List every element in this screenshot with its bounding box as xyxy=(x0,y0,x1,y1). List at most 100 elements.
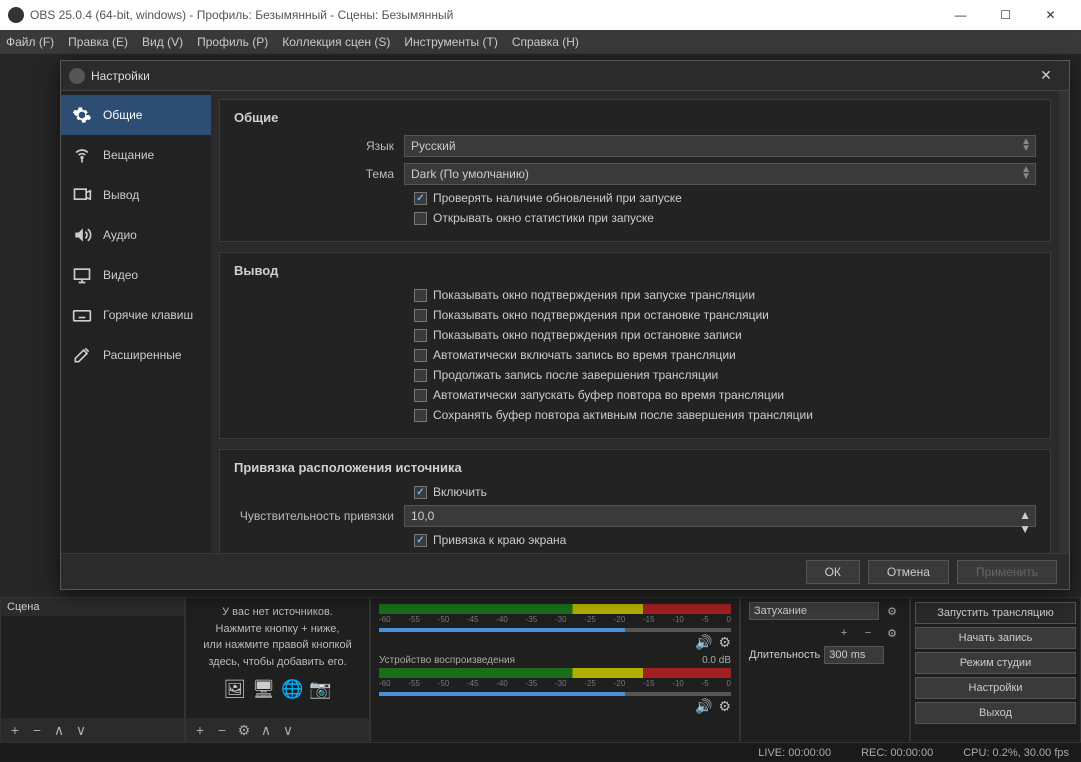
mixer-settings-1[interactable]: ⚙ xyxy=(718,634,731,651)
sources-empty-line4: здесь, чтобы добавить его. xyxy=(192,654,363,671)
obs-app-icon xyxy=(8,7,24,23)
checkbox-updates[interactable] xyxy=(414,192,427,205)
language-select[interactable]: Русский▲▼ xyxy=(404,135,1036,157)
scene-down-button[interactable]: ∨ xyxy=(71,721,91,739)
settings-scrollbar[interactable] xyxy=(1059,91,1069,553)
settings-sidebar: Общие Вещание Вывод Аудио Видео Горячие … xyxy=(61,91,211,553)
sources-empty-line2: Нажмите кнопку + ниже, xyxy=(192,621,363,638)
menu-help[interactable]: Справка (H) xyxy=(512,35,579,49)
transition-gear-button[interactable]: ⚙ xyxy=(883,602,901,620)
source-gear-button[interactable]: ⚙ xyxy=(234,721,254,739)
mixer-channel-1: -60-55-50-45-40-35-30-25-20-15-10-50 🔊 ⚙ xyxy=(379,604,731,651)
transition-remove-button[interactable]: − xyxy=(859,624,877,642)
section-output-title: Вывод xyxy=(234,263,1036,278)
status-bar: LIVE: 00:00:00 REC: 00:00:00 CPU: 0.2%, … xyxy=(0,743,1081,762)
mixer-mute-2[interactable]: 🔊 xyxy=(695,698,712,715)
start-record-button[interactable]: Начать запись xyxy=(915,627,1076,649)
transition-select[interactable]: Затухание xyxy=(749,602,879,620)
mixer-meter-2 xyxy=(379,668,731,678)
menu-scene-collection[interactable]: Коллекция сцен (S) xyxy=(282,35,390,49)
gear-icon xyxy=(71,105,93,125)
menu-bar: Файл (F) Правка (E) Вид (V) Профиль (P) … xyxy=(0,30,1081,54)
scenes-toolbar: + − ∧ ∨ xyxy=(1,718,184,742)
checkbox-snap-edge-label: Привязка к краю экрана xyxy=(433,533,566,547)
source-add-button[interactable]: + xyxy=(190,721,210,739)
mixer-mute-1[interactable]: 🔊 xyxy=(695,634,712,651)
snap-sensitivity-input[interactable]: 10,0▲▼ xyxy=(404,505,1036,527)
source-remove-button[interactable]: − xyxy=(212,721,232,739)
sidebar-label-output: Вывод xyxy=(103,188,139,202)
sidebar-item-general[interactable]: Общие xyxy=(61,95,211,135)
settings-footer: ОК Отмена Применить xyxy=(61,553,1069,589)
menu-edit[interactable]: Правка (E) xyxy=(68,35,128,49)
settings-button[interactable]: Настройки xyxy=(915,677,1076,699)
sidebar-label-hotkeys: Горячие клавиш xyxy=(103,308,193,322)
section-general: Общие Язык Русский▲▼ Тема Dark (По умолч… xyxy=(219,99,1051,242)
mixer-settings-2[interactable]: ⚙ xyxy=(718,698,731,715)
checkbox-confirm-stop-label: Показывать окно подтверждения при остано… xyxy=(433,308,769,322)
transition-add-button[interactable]: + xyxy=(835,624,853,642)
menu-tools[interactable]: Инструменты (T) xyxy=(404,35,497,49)
close-button[interactable]: ✕ xyxy=(1028,0,1073,30)
checkbox-auto-replay-label: Автоматически запускать буфер повтора во… xyxy=(433,388,784,402)
window-title: OBS 25.0.4 (64-bit, windows) - Профиль: … xyxy=(30,8,938,22)
sources-empty-line1: У вас нет источников. xyxy=(192,604,363,621)
menu-view[interactable]: Вид (V) xyxy=(142,35,183,49)
mixer-slider-2[interactable] xyxy=(379,692,731,696)
checkbox-keep-record[interactable] xyxy=(414,369,427,382)
sources-empty-line3: или нажмите правой кнопкой xyxy=(192,637,363,654)
checkbox-keep-record-label: Продолжать запись после завершения транс… xyxy=(433,368,718,382)
sidebar-item-output[interactable]: Вывод xyxy=(61,175,211,215)
sidebar-item-video[interactable]: Видео xyxy=(61,255,211,295)
settings-close-button[interactable]: ✕ xyxy=(1031,67,1061,84)
mixer-slider-1[interactable] xyxy=(379,628,731,632)
theme-select[interactable]: Dark (По умолчанию)▲▼ xyxy=(404,163,1036,185)
maximize-button[interactable]: ☐ xyxy=(983,0,1028,30)
output-icon xyxy=(71,185,93,205)
theme-label: Тема xyxy=(234,167,404,181)
language-label: Язык xyxy=(234,139,404,153)
monitor-icon: 🖥 xyxy=(252,676,275,703)
checkbox-confirm-start-label: Показывать окно подтверждения при запуск… xyxy=(433,288,755,302)
apply-button[interactable]: Применить xyxy=(957,560,1057,584)
sources-empty[interactable]: У вас нет источников. Нажмите кнопку + н… xyxy=(186,598,369,718)
sidebar-label-stream: Вещание xyxy=(103,148,154,162)
menu-file[interactable]: Файл (F) xyxy=(6,35,54,49)
menu-profile[interactable]: Профиль (P) xyxy=(197,35,268,49)
cancel-button[interactable]: Отмена xyxy=(868,560,949,584)
checkbox-stats[interactable] xyxy=(414,212,427,225)
scenes-panel: Сцена + − ∧ ∨ xyxy=(0,597,185,743)
scene-up-button[interactable]: ∧ xyxy=(49,721,69,739)
minimize-button[interactable]: — xyxy=(938,0,983,30)
checkbox-keep-replay[interactable] xyxy=(414,409,427,422)
checkbox-confirm-stop-rec[interactable] xyxy=(414,329,427,342)
settings-dialog: Настройки ✕ Общие Вещание Вывод Аудио xyxy=(60,60,1070,590)
checkbox-stats-label: Открывать окно статистики при запуске xyxy=(433,211,654,225)
sidebar-item-stream[interactable]: Вещание xyxy=(61,135,211,175)
exit-button[interactable]: Выход xyxy=(915,702,1076,724)
sidebar-item-hotkeys[interactable]: Горячие клавиш xyxy=(61,295,211,335)
status-rec: REC: 00:00:00 xyxy=(861,747,933,759)
status-cpu: CPU: 0.2%, 30.00 fps xyxy=(963,747,1069,759)
checkbox-auto-replay[interactable] xyxy=(414,389,427,402)
transition-props-button[interactable]: ⚙ xyxy=(883,624,901,642)
scene-add-button[interactable]: + xyxy=(5,721,25,739)
source-up-button[interactable]: ∧ xyxy=(256,721,276,739)
sidebar-item-audio[interactable]: Аудио xyxy=(61,215,211,255)
checkbox-snap-enable-label: Включить xyxy=(433,485,487,499)
checkbox-confirm-stop[interactable] xyxy=(414,309,427,322)
scenes-list[interactable] xyxy=(1,616,184,718)
checkbox-snap-edge[interactable] xyxy=(414,534,427,547)
checkbox-snap-enable[interactable] xyxy=(414,486,427,499)
transition-duration-input[interactable] xyxy=(824,646,884,664)
mixer-name-2: Устройство воспроизведения xyxy=(379,655,515,666)
source-down-button[interactable]: ∨ xyxy=(278,721,298,739)
scene-remove-button[interactable]: − xyxy=(27,721,47,739)
controls-panel: Запустить трансляцию Начать запись Режим… xyxy=(910,597,1081,743)
checkbox-confirm-start[interactable] xyxy=(414,289,427,302)
checkbox-auto-record[interactable] xyxy=(414,349,427,362)
studio-mode-button[interactable]: Режим студии xyxy=(915,652,1076,674)
sidebar-item-advanced[interactable]: Расширенные xyxy=(61,335,211,375)
ok-button[interactable]: ОК xyxy=(806,560,860,584)
start-stream-button[interactable]: Запустить трансляцию xyxy=(915,602,1076,624)
